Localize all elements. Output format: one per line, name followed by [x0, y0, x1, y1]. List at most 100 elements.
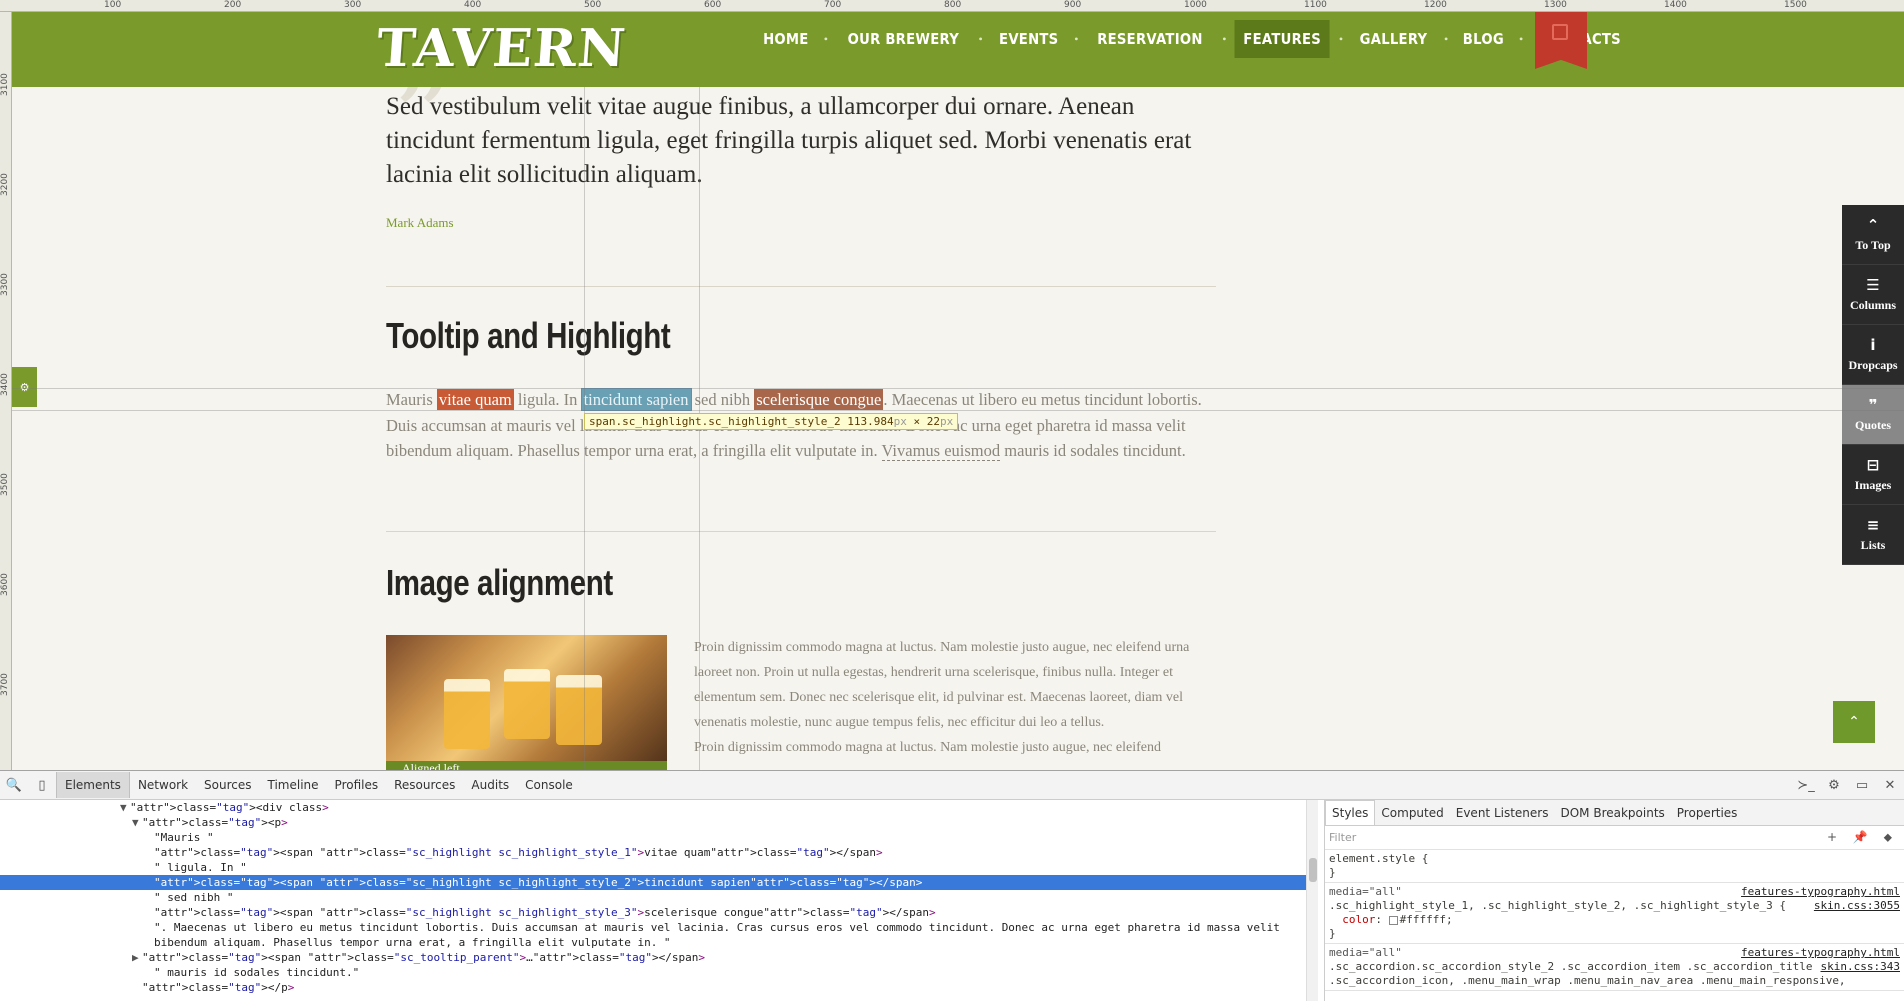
devtools-tab-audits[interactable]: Audits — [463, 772, 517, 798]
nav-item-our-brewery[interactable]: OUR BREWERY — [839, 20, 968, 58]
dom-node[interactable]: " mauris id sodales tincidunt." — [0, 965, 1318, 980]
rule-selector[interactable]: .sc_accordion_icon, .menu_main_wrap .men… — [1329, 974, 1900, 988]
dom-node-text: "Mauris " — [154, 831, 214, 844]
search-icon[interactable]: 🔍 — [0, 778, 28, 793]
paragraph-text: sed nibh — [690, 390, 755, 409]
rule-close: } — [1329, 866, 1336, 879]
filter-toolbar-icons[interactable]: + 📌 ⬥ — [1827, 830, 1898, 845]
devtools-panel: 🔍 ▯ Elements Network Sources Timeline Profil… — [0, 770, 1904, 1001]
devtools-toolbar: 🔍 ▯ Elements Network Sources Timeline Profil… — [0, 771, 1904, 800]
dom-node[interactable]: "attr">class="tag"><span "attr">class="s… — [0, 845, 1318, 860]
ruler-tick-label: 1400 — [1664, 0, 1687, 10]
css-property-name[interactable]: color — [1342, 913, 1375, 926]
scrollbar-thumb[interactable] — [1309, 858, 1317, 882]
beer-glass — [504, 669, 550, 739]
rule-source-link[interactable]: skin.css:343 — [1821, 960, 1900, 974]
blockquote-text: Sed vestibulum velit vitae augue finibus… — [386, 93, 1192, 188]
nav-item-events[interactable]: EVENTS — [990, 20, 1067, 58]
beer-glass — [444, 679, 490, 749]
css-property-value[interactable]: #ffffff; — [1400, 913, 1453, 926]
devtools-toolbar-right: ≻_ ⚙ ▭ ✕ — [1792, 771, 1904, 800]
dom-node[interactable]: " ligula. In " — [0, 860, 1318, 875]
styles-tab-event-listeners[interactable]: Event Listeners — [1450, 801, 1555, 825]
ruler-tick-label: 1500 — [1784, 0, 1807, 10]
columns-icon: ☰ — [1866, 276, 1880, 294]
features-dock: ⌃ To Top ☰ Columns i Dropcaps ❞ Quotes ⊟ Images ≡ L… — [1842, 205, 1904, 565]
dom-node-text: " mauris id sodales tincidunt." — [154, 966, 360, 979]
dom-node[interactable]: bibendum aliquam. Phasellus tempor urna … — [0, 935, 1318, 950]
styles-tab-dom-breakpoints[interactable]: DOM Breakpoints — [1554, 801, 1670, 825]
rule-source-link[interactable]: skin.css:3055 — [1814, 899, 1900, 913]
tooltip-trigger[interactable]: Vivamus euismod — [881, 441, 1001, 461]
devtools-tab-elements[interactable]: Elements — [56, 772, 130, 798]
nav-item-features[interactable]: FEATURES — [1234, 20, 1331, 58]
nav-item-home[interactable]: HOME — [754, 20, 817, 58]
expand-triangle-icon[interactable]: ▼ — [132, 815, 142, 830]
devtools-tab-profiles[interactable]: Profiles — [327, 772, 387, 798]
dom-node-text: " sed nibh " — [154, 891, 234, 904]
dom-node[interactable]: ▼ "attr">class="tag"><p> — [0, 815, 1318, 830]
styles-filter[interactable]: Filter + 📌 ⬥ — [1325, 826, 1904, 850]
ruler-tick-label: 3600 — [0, 573, 10, 596]
horizontal-ruler: 100 200 300 400 500 600 700 800 900 1000 1100 1200 1… — [0, 0, 1904, 12]
left-panel-toggle[interactable]: ⚙ — [12, 367, 37, 407]
devtools-tab-network[interactable]: Network — [130, 772, 196, 798]
devtools-tab-sources[interactable]: Sources — [196, 772, 259, 798]
back-to-top-button[interactable]: ⌃ — [1833, 701, 1875, 743]
dock-item-lists[interactable]: ≡ Lists — [1842, 505, 1904, 565]
dom-node[interactable]: ▶ "attr">class="tag"><span "attr">class="… — [0, 950, 1318, 965]
rule-selector[interactable]: .sc_highlight_style_1, .sc_highlight_sty… — [1329, 899, 1786, 912]
site-logo[interactable]: TAVERN — [375, 18, 628, 79]
highlight-style-2: tincidunt sapien — [580, 388, 692, 411]
dom-node[interactable]: ". Maecenas ut libero eu metus tincidunt… — [0, 920, 1318, 935]
dom-node[interactable]: "attr">class="tag"></p> — [0, 980, 1318, 995]
console-drawer-icon[interactable]: ≻_ — [1792, 778, 1820, 793]
rule-selector[interactable]: element.style { — [1329, 852, 1900, 866]
image-section-title: Image alignment — [386, 562, 613, 603]
dock-side-icon[interactable]: ▭ — [1848, 778, 1876, 793]
dom-node[interactable]: "attr">class="tag"><span "attr">class="s… — [0, 875, 1318, 890]
images-icon: ⊟ — [1866, 456, 1880, 474]
nav-item-blog[interactable]: BLOG — [1454, 20, 1513, 58]
dom-node[interactable]: "attr">class="tag"><span "attr">class="s… — [0, 905, 1318, 920]
devtools-tab-console[interactable]: Console — [517, 772, 581, 798]
dom-node[interactable]: "Mauris " — [0, 830, 1318, 845]
dock-item-columns[interactable]: ☰ Columns — [1842, 265, 1904, 325]
dom-tree-scrollbar[interactable] — [1306, 800, 1318, 1001]
styles-tab-computed[interactable]: Computed — [1375, 801, 1449, 825]
nav-item-gallery[interactable]: GALLERY — [1351, 20, 1436, 58]
styles-tab-styles[interactable]: Styles — [1325, 800, 1376, 825]
quote-author[interactable]: Mark Adams — [386, 215, 454, 231]
beer-mug-badge[interactable] — [1535, 12, 1587, 69]
filter-placeholder[interactable]: Filter — [1329, 831, 1356, 844]
beer-toast-image[interactable]: Aligned left — [386, 635, 667, 770]
paragraph-text: mauris id sodales tincidunt. — [1000, 441, 1186, 460]
styles-tab-properties[interactable]: Properties — [1671, 801, 1744, 825]
style-rule[interactable]: media="all" features-typography.html .sc_… — [1325, 883, 1904, 944]
expand-triangle-icon[interactable]: ▼ — [120, 800, 130, 815]
style-rule[interactable]: element.style { } — [1325, 850, 1904, 883]
dom-tree: ▼ "attr">class="tag"><div class> ▼ "attr">c… — [0, 800, 1318, 1001]
nav-separator: • — [1074, 31, 1079, 46]
device-mode-icon[interactable]: ▯ — [28, 778, 56, 793]
nav-item-reservation[interactable]: RESERVATION — [1089, 20, 1212, 58]
dom-node[interactable]: " sed nibh " — [0, 890, 1318, 905]
close-icon[interactable]: ✕ — [1876, 778, 1904, 793]
inspect-guide-bottom — [12, 410, 1904, 411]
style-rule[interactable]: media="all" features-typography.html .sc_… — [1325, 944, 1904, 991]
rule-source-file[interactable]: features-typography.html — [1741, 946, 1900, 960]
dock-item-quotes[interactable]: ❞ Quotes — [1842, 385, 1904, 445]
dock-item-to-top[interactable]: ⌃ To Top — [1842, 205, 1904, 265]
dom-node[interactable]: ▼ "attr">class="tag"><div class> — [0, 800, 1318, 815]
devtools-tab-timeline[interactable]: Timeline — [260, 772, 327, 798]
dock-item-images[interactable]: ⊟ Images — [1842, 445, 1904, 505]
rule-source-file[interactable]: features-typography.html — [1741, 885, 1900, 899]
dom-node-text: " ligula. In " — [154, 861, 247, 874]
expand-triangle-icon[interactable]: ▶ — [132, 950, 142, 965]
rule-selector[interactable]: .sc_accordion.sc_accordion_style_2 .sc_a… — [1329, 960, 1812, 973]
gear-icon[interactable]: ⚙ — [1820, 778, 1848, 793]
dock-item-dropcaps[interactable]: i Dropcaps — [1842, 325, 1904, 385]
devtools-tab-resources[interactable]: Resources — [386, 772, 463, 798]
element-inspector-tooltip: span.sc_highlight.sc_highlight_style_2 1… — [584, 413, 959, 430]
color-swatch[interactable] — [1388, 915, 1398, 925]
